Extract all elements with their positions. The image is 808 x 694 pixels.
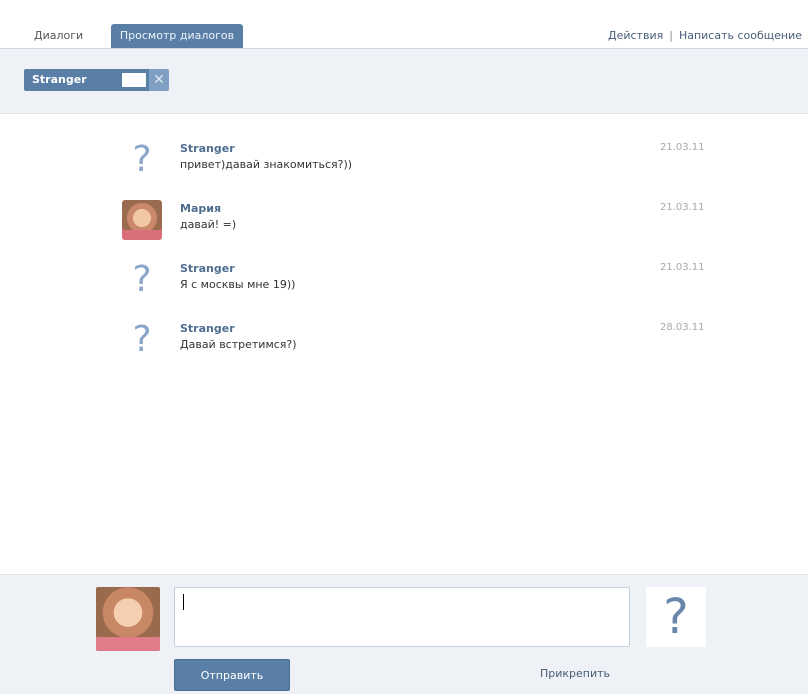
- message-author[interactable]: Мария: [180, 202, 221, 215]
- question-mark-icon: ?: [132, 319, 152, 360]
- stranger-filter-chip[interactable]: Stranger ✕: [24, 69, 169, 91]
- actions-link[interactable]: Действия: [608, 29, 663, 42]
- message-date: 21.03.11: [660, 142, 705, 153]
- message-item: ? Stranger Давай встретимся?) 28.03.11: [120, 318, 740, 374]
- question-mark-icon: ?: [132, 139, 152, 180]
- tab-dialogs[interactable]: Диалоги: [24, 24, 93, 48]
- avatar[interactable]: ?: [120, 138, 164, 182]
- chip-input-box[interactable]: [122, 73, 146, 87]
- partner-avatar[interactable]: ?: [646, 587, 706, 647]
- close-icon[interactable]: ✕: [149, 69, 169, 91]
- tab-view-dialogs[interactable]: Просмотр диалогов: [111, 24, 243, 48]
- filter-bar: Stranger ✕: [0, 49, 808, 114]
- chip-label: Stranger: [32, 73, 87, 86]
- message-text: привет)давай знакомиться?)): [180, 158, 353, 171]
- avatar[interactable]: ?: [120, 318, 164, 362]
- attach-link[interactable]: Прикрепить: [540, 667, 610, 680]
- message-author[interactable]: Stranger: [180, 262, 235, 275]
- avatar[interactable]: ?: [120, 258, 164, 302]
- top-bar: Диалоги Просмотр диалогов Действия | Напис…: [0, 0, 808, 49]
- message-input[interactable]: [174, 587, 630, 647]
- avatar[interactable]: [120, 198, 164, 242]
- profile-photo: [122, 200, 162, 240]
- message-date: 21.03.11: [660, 202, 705, 213]
- write-message-link[interactable]: Написать сообщение: [679, 29, 802, 42]
- message-author[interactable]: Stranger: [180, 322, 235, 335]
- composer: ? Отправить Прикрепить: [0, 574, 808, 694]
- message-date: 28.03.11: [660, 322, 705, 333]
- top-actions: Действия | Написать сообщение: [608, 24, 802, 48]
- message-item: Мария давай! =) 21.03.11: [120, 198, 740, 254]
- question-mark-icon: ?: [132, 259, 152, 300]
- my-avatar[interactable]: [96, 587, 160, 651]
- message-date: 21.03.11: [660, 262, 705, 273]
- send-button[interactable]: Отправить: [174, 659, 290, 691]
- message-text: давай! =): [180, 218, 237, 231]
- message-item: ? Stranger привет)давай знакомиться?)) 2…: [120, 138, 740, 194]
- message-author[interactable]: Stranger: [180, 142, 235, 155]
- message-text: Давай встретимся?): [180, 338, 297, 351]
- actions-separator: |: [669, 29, 673, 42]
- message-text: Я с москвы мне 19)): [180, 278, 296, 291]
- message-list: ? Stranger привет)давай знакомиться?)) 2…: [0, 114, 808, 574]
- question-mark-icon: ?: [663, 589, 689, 645]
- message-item: ? Stranger Я с москвы мне 19)) 21.03.11: [120, 258, 740, 314]
